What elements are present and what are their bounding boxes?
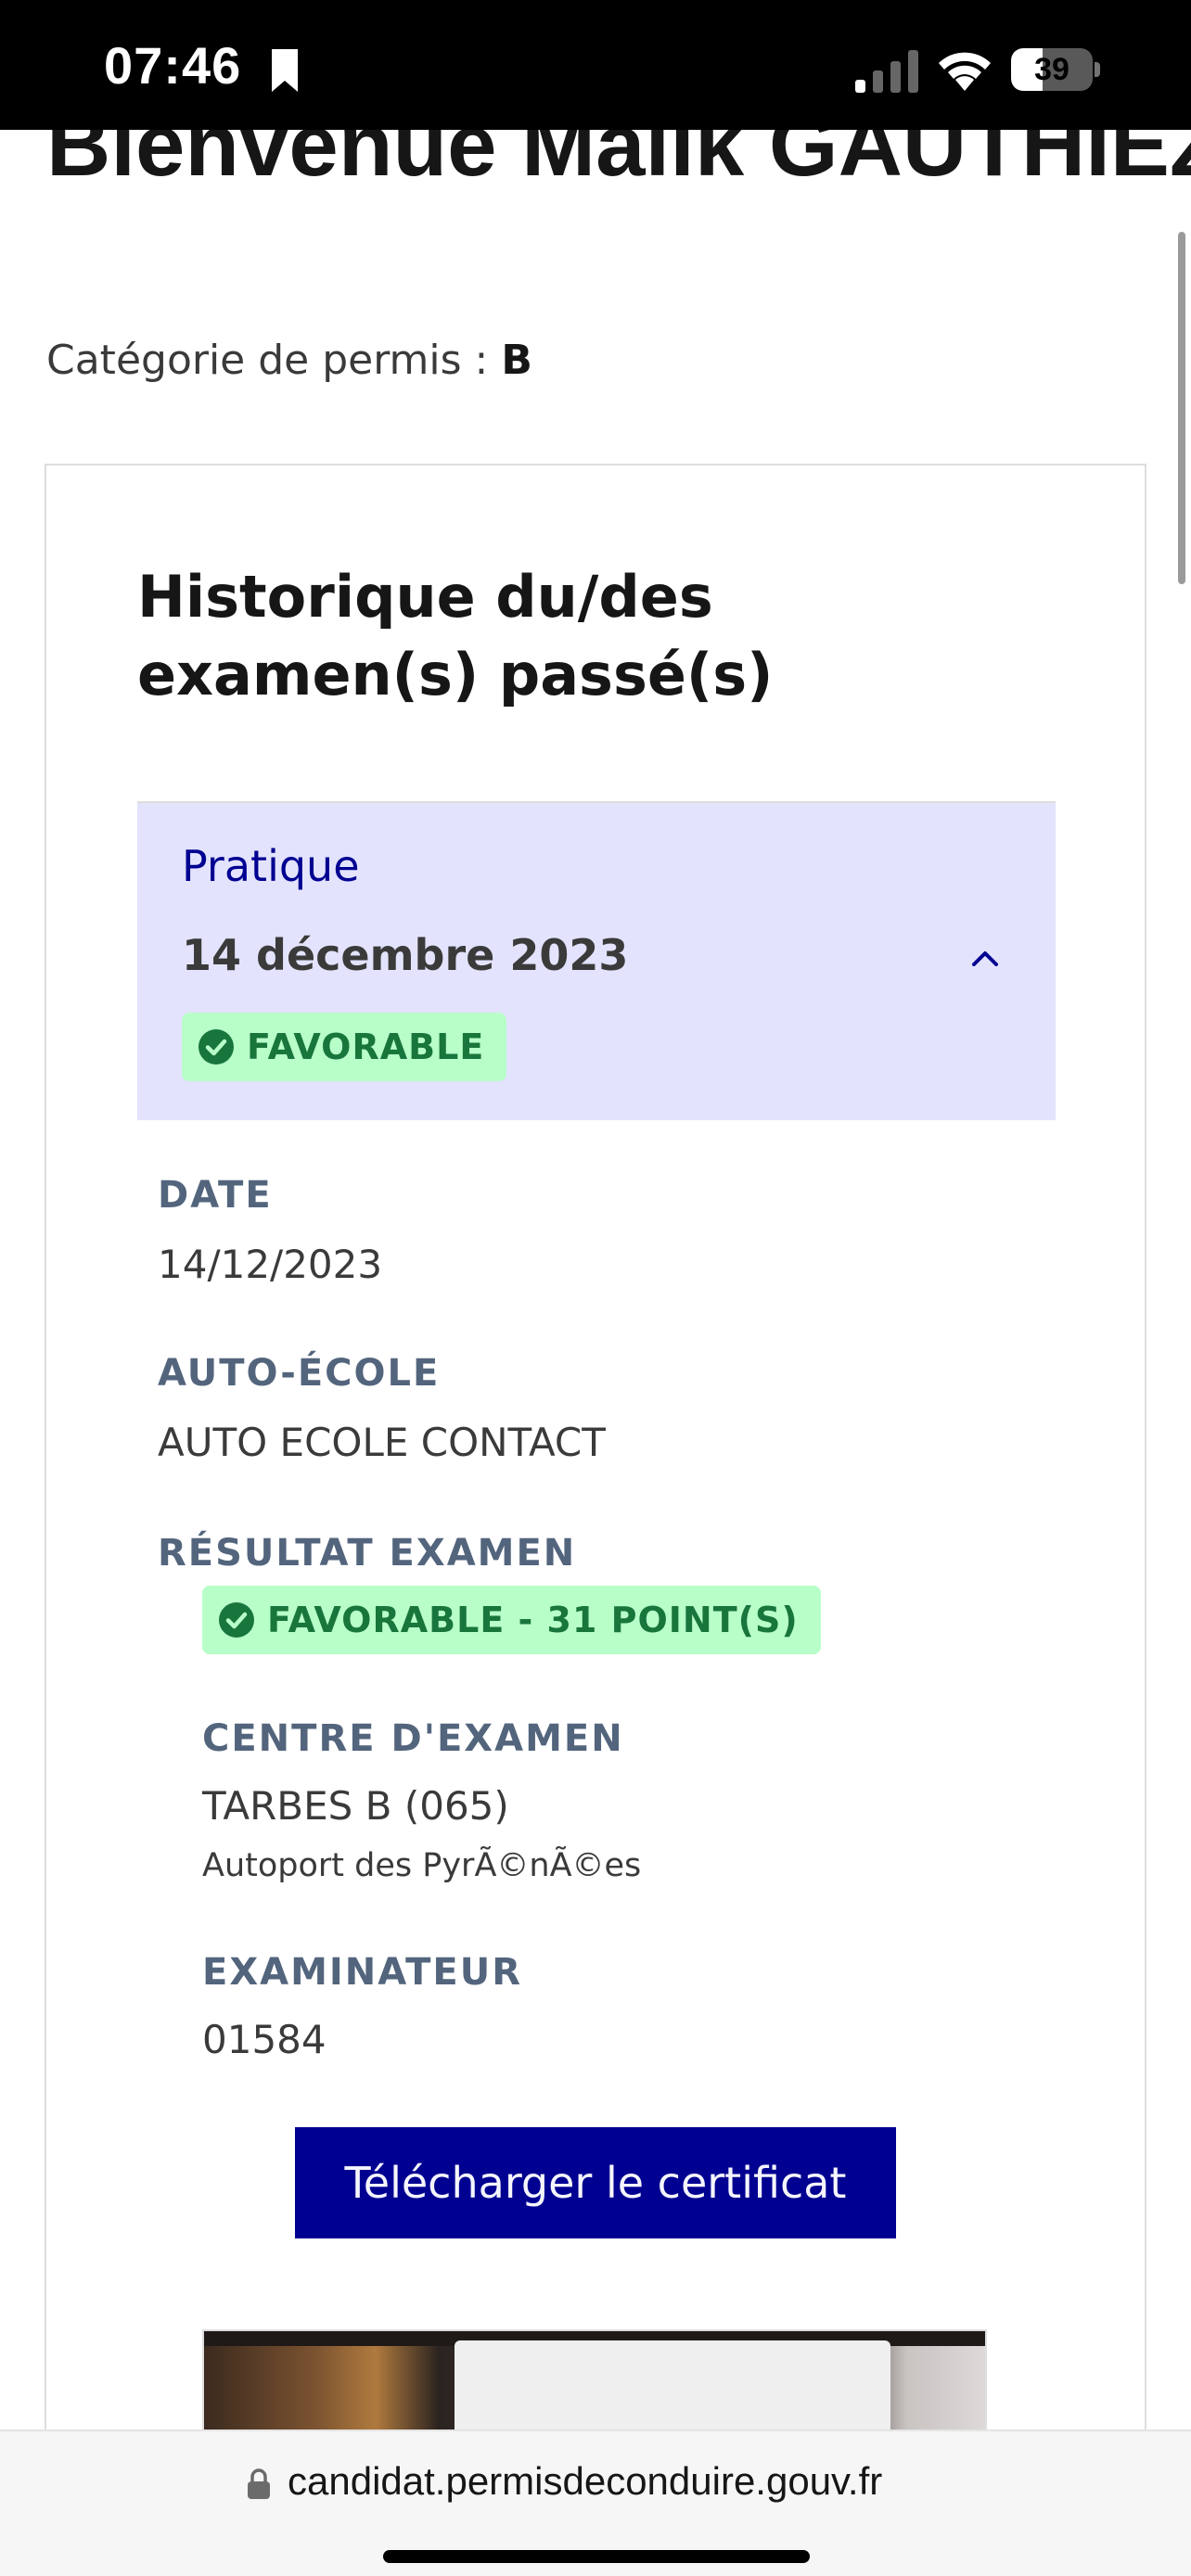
browser-url-bar[interactable]: candidat.permisdeconduire.gouv.fr [0, 2429, 1191, 2576]
lock-icon [248, 2468, 270, 2499]
date-label: DATE [158, 1174, 273, 1217]
driving-school-value: AUTO ECOLE CONTACT [158, 1420, 606, 1465]
wifi-icon [939, 52, 991, 91]
page-scrollbar[interactable] [1178, 232, 1185, 584]
status-badge-label: FAVORABLE [247, 1027, 485, 1067]
download-certificate-button[interactable]: Télécharger le certificat [295, 2127, 896, 2238]
bookmark-icon [272, 49, 298, 92]
exam-center-address: Autoport des PyrÃ©nÃ©es [202, 1847, 642, 1884]
battery-level: 39 [1034, 52, 1069, 87]
exam-date-heading: 14 décembre 2023 [182, 930, 629, 980]
exam-history-card: Historique du/des examen(s) passé(s) Pra… [45, 464, 1146, 2576]
date-value: 14/12/2023 [158, 1242, 383, 1287]
examiner-label: EXAMINATEUR [202, 1951, 523, 1994]
exam-center-label: CENTRE D'EXAMEN [202, 1717, 624, 1760]
chevron-up-icon[interactable] [968, 942, 1002, 976]
license-category-value: B [501, 337, 532, 384]
home-indicator[interactable] [383, 2550, 810, 2563]
page: 07:46 39 Bienvenue Malik GAUTHIEZ Catégo… [0, 0, 1191, 2576]
result-badge: FAVORABLE - 31 POINT(S) [202, 1586, 821, 1654]
status-time: 07:46 [104, 36, 242, 95]
check-circle-icon [219, 1602, 254, 1638]
url-text[interactable]: candidat.permisdeconduire.gouv.fr [288, 2455, 882, 2507]
exam-type: Pratique [182, 841, 360, 891]
result-badge-label: FAVORABLE - 31 POINT(S) [267, 1600, 799, 1640]
status-badge: FAVORABLE [182, 1013, 507, 1081]
exam-accordion-toggle[interactable]: Pratique 14 décembre 2023 FAVORABLE [137, 801, 1056, 1120]
status-bar: 07:46 39 [0, 0, 1191, 130]
card-title: Historique du/des examen(s) passé(s) [137, 563, 774, 708]
battery-indicator: 39 [1011, 48, 1100, 91]
check-circle-icon [198, 1029, 234, 1065]
driving-school-label: AUTO-ÉCOLE [158, 1352, 441, 1395]
exam-result-label: RÉSULTAT EXAMEN [158, 1532, 577, 1575]
exam-center-value: TARBES B (065) [202, 1783, 509, 1829]
examiner-value: 01584 [202, 2017, 327, 2062]
cellular-signal-icon [855, 50, 918, 93]
license-category: Catégorie de permis : B [46, 334, 532, 388]
license-category-label: Catégorie de permis : [46, 337, 502, 384]
